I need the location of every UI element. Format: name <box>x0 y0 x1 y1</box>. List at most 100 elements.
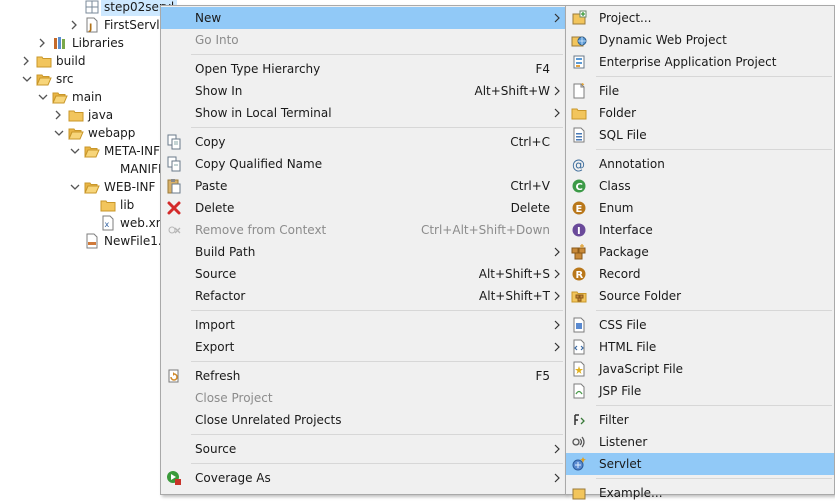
project-icon <box>572 10 587 25</box>
submenu-item-listener[interactable]: Listener <box>566 431 834 453</box>
html-file-icon <box>84 233 100 249</box>
menu-item-close-unrelated-projects[interactable]: Close Unrelated Projects <box>161 409 565 431</box>
menu-item-show-in-local-terminal[interactable]: Show in Local Terminal <box>161 102 565 124</box>
submenu-item-enterprise-application-project[interactable]: Enterprise Application Project <box>566 51 834 73</box>
file-icon <box>573 83 585 99</box>
menu-item-source[interactable]: Source Alt+Shift+S <box>161 263 565 285</box>
folder-open-icon <box>68 125 84 141</box>
chevron-down-icon[interactable] <box>38 88 48 106</box>
folder-icon <box>100 197 116 213</box>
submenu-item-enum[interactable]: E Enum <box>566 197 834 219</box>
submenu-separator <box>596 405 832 406</box>
submenu-item-file[interactable]: File <box>566 80 834 102</box>
submenu-separator <box>596 310 832 311</box>
submenu-item-interface[interactable]: I Interface <box>566 219 834 241</box>
menu-item-coverage-as[interactable]: Coverage As <box>161 467 565 489</box>
menu-separator <box>191 361 563 362</box>
chevron-right-icon <box>554 473 560 483</box>
xml-file-icon: x <box>100 215 116 231</box>
submenu-item-annotation[interactable]: @ Annotation <box>566 153 834 175</box>
menu-separator <box>191 463 563 464</box>
svg-text:x: x <box>105 220 110 229</box>
chevron-right-icon[interactable] <box>38 34 48 52</box>
menu-separator <box>191 54 563 55</box>
copy-qualified-icon <box>167 156 181 172</box>
svg-text:C: C <box>576 182 583 193</box>
submenu-item-sql-file[interactable]: SQL File <box>566 124 834 146</box>
submenu-separator <box>596 149 832 150</box>
submenu-item-source-folder[interactable]: Source Folder <box>566 285 834 307</box>
menu-item-close-project[interactable]: Close Project <box>161 387 565 409</box>
enum-icon: E <box>572 201 586 215</box>
delete-icon <box>167 201 181 215</box>
chevron-right-icon <box>554 13 560 23</box>
servlet-icon <box>572 457 586 471</box>
chevron-right-icon <box>554 269 560 279</box>
submenu-item-class[interactable]: C Class <box>566 175 834 197</box>
submenu-item-jsp-file[interactable]: JSP File <box>566 380 834 402</box>
svg-text:@: @ <box>572 158 585 172</box>
folder-icon <box>571 108 587 120</box>
folder-open-icon <box>52 89 68 105</box>
chevron-right-icon[interactable] <box>54 106 64 124</box>
submenu-item-record[interactable]: R Record <box>566 263 834 285</box>
submenu-item-javascript-file[interactable]: JavaScript File <box>566 358 834 380</box>
new-submenu: Project... Dynamic Web Project Enterpris… <box>565 5 835 500</box>
menu-item-go-into[interactable]: Go Into <box>161 29 565 51</box>
menu-item-build-path[interactable]: Build Path <box>161 241 565 263</box>
source-folder-icon <box>571 291 587 303</box>
chevron-down-icon[interactable] <box>54 124 64 142</box>
menu-item-new[interactable]: New <box>161 7 565 29</box>
chevron-right-icon <box>554 247 560 257</box>
menu-item-paste[interactable]: Paste Ctrl+V <box>161 175 565 197</box>
submenu-separator <box>596 478 832 479</box>
menu-separator <box>191 127 563 128</box>
chevron-right-icon[interactable] <box>22 52 32 70</box>
css-file-icon <box>573 317 585 333</box>
menu-item-import[interactable]: Import <box>161 314 565 336</box>
svg-text:I: I <box>577 226 581 237</box>
html-file-icon <box>573 339 585 355</box>
menu-item-show-in[interactable]: Show In Alt+Shift+W <box>161 80 565 102</box>
javascript-file-icon <box>573 361 585 377</box>
chevron-down-icon[interactable] <box>22 70 32 88</box>
submenu-item-css-file[interactable]: CSS File <box>566 314 834 336</box>
menu-separator <box>191 310 563 311</box>
chevron-down-icon[interactable] <box>70 142 80 160</box>
menu-item-source-2[interactable]: Source <box>161 438 565 460</box>
svg-text:J: J <box>88 23 92 33</box>
java-file-icon: J <box>84 17 100 33</box>
chevron-right-icon <box>554 291 560 301</box>
chevron-right-icon <box>554 108 560 118</box>
sql-file-icon <box>573 127 585 143</box>
chevron-down-icon[interactable] <box>70 178 80 196</box>
jsp-file-icon <box>573 383 585 399</box>
submenu-item-servlet[interactable]: Servlet <box>566 453 834 475</box>
menu-item-export[interactable]: Export <box>161 336 565 358</box>
submenu-item-package[interactable]: Package <box>566 241 834 263</box>
menu-item-refactor[interactable]: Refactor Alt+Shift+T <box>161 285 565 307</box>
context-menu: New Go Into Open Type Hierarchy F4 Show … <box>160 5 566 495</box>
copy-icon <box>167 134 181 150</box>
record-icon: R <box>572 267 586 281</box>
folder-icon <box>36 53 52 69</box>
menu-item-remove-from-context[interactable]: Remove from Context Ctrl+Alt+Shift+Down <box>161 219 565 241</box>
submenu-item-folder[interactable]: Folder <box>566 102 834 124</box>
submenu-item-filter[interactable]: Filter <box>566 409 834 431</box>
menu-item-delete[interactable]: Delete Delete <box>161 197 565 219</box>
chevron-right-icon[interactable] <box>70 16 80 34</box>
submenu-item-dynamic-web-project[interactable]: Dynamic Web Project <box>566 29 834 51</box>
submenu-item-example[interactable]: Example... <box>566 482 834 504</box>
folder-icon <box>68 107 84 123</box>
menu-item-copy[interactable]: Copy Ctrl+C <box>161 131 565 153</box>
enterprise-app-icon <box>573 55 585 69</box>
menu-item-open-type-hierarchy[interactable]: Open Type Hierarchy F4 <box>161 58 565 80</box>
svg-text:R: R <box>576 270 584 281</box>
menu-item-copy-qualified-name[interactable]: Copy Qualified Name <box>161 153 565 175</box>
annotation-icon: @ <box>572 158 585 172</box>
chevron-right-icon <box>554 320 560 330</box>
submenu-item-project[interactable]: Project... <box>566 7 834 29</box>
menu-item-refresh[interactable]: Refresh F5 <box>161 365 565 387</box>
submenu-item-html-file[interactable]: HTML File <box>566 336 834 358</box>
web-module-icon <box>84 0 100 15</box>
